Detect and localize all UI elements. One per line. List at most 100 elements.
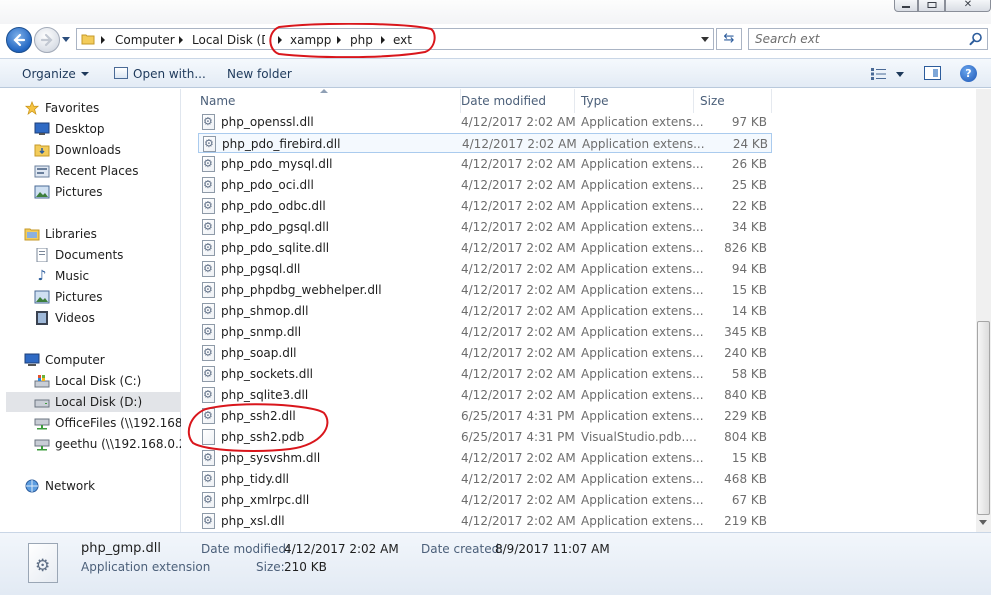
- dll-file-icon: [202, 364, 215, 384]
- dll-file-icon: [202, 112, 215, 132]
- organize-menu[interactable]: Organize: [22, 66, 89, 82]
- sidebar-item-label: Videos: [55, 311, 95, 325]
- breadcrumb-separator-icon[interactable]: [278, 36, 282, 44]
- scrollbar-thumb[interactable]: [977, 321, 990, 515]
- close-button[interactable]: ✕: [945, 0, 991, 12]
- address-history-dropdown[interactable]: [701, 37, 709, 42]
- open-with-button[interactable]: Open with...: [133, 66, 206, 82]
- sidebar-item-label: Recent Places: [55, 164, 139, 178]
- file-date-modified: 4/12/2017 2:02 AM: [461, 451, 576, 465]
- music-icon: ♪: [37, 268, 47, 284]
- column-header-type[interactable]: Type: [575, 89, 694, 113]
- file-date-modified: 4/12/2017 2:02 AM: [462, 137, 577, 151]
- search-icon[interactable]: [969, 32, 983, 46]
- table-row[interactable]: php_shmop.dll 4/12/2017 2:02 AM Applicatio…: [198, 301, 772, 321]
- dll-file-icon: [28, 543, 58, 583]
- table-row[interactable]: php_pdo_odbc.dll 4/12/2017 2:02 AM Applica…: [198, 196, 772, 216]
- sidebar-item-geethu[interactable]: geethu (\\192.168.0.200: [34, 434, 181, 454]
- table-row[interactable]: php_pdo_firebird.dll 4/12/2017 2:02 AM App…: [198, 133, 772, 154]
- back-button[interactable]: [6, 27, 32, 53]
- sidebar-item-label: Desktop: [55, 122, 105, 136]
- file-name: php_xmlrpc.dll: [221, 493, 310, 507]
- breadcrumb-separator-icon[interactable]: [381, 36, 385, 44]
- maximize-icon: [927, 2, 936, 8]
- search-input[interactable]: [755, 31, 955, 47]
- file-size: 34 KB: [731, 220, 767, 234]
- computer-header[interactable]: Computer: [24, 350, 174, 370]
- view-options-dropdown[interactable]: [896, 72, 904, 77]
- table-row[interactable]: php_xmlrpc.dll 4/12/2017 2:02 AM Applicati…: [198, 490, 772, 510]
- sidebar-item-music[interactable]: ♪ Music: [34, 266, 181, 286]
- table-row[interactable]: php_xsl.dll 4/12/2017 2:02 AM Application …: [198, 511, 772, 531]
- search-box[interactable]: [748, 28, 988, 50]
- help-icon[interactable]: ?: [960, 65, 977, 82]
- sidebar-item-pictures-lib[interactable]: Pictures: [34, 287, 181, 307]
- table-row[interactable]: php_openssl.dll 4/12/2017 2:02 AM Applicat…: [198, 112, 772, 132]
- file-type: Application extens...: [581, 325, 704, 339]
- breadcrumb-local-disk-d[interactable]: Local Disk (D:): [192, 32, 265, 48]
- dll-file-icon: [202, 490, 215, 510]
- sidebar-item-pictures-fav[interactable]: Pictures: [34, 182, 181, 202]
- network-header[interactable]: Network: [24, 476, 174, 496]
- table-row[interactable]: php_sockets.dll 4/12/2017 2:02 AM Applicat…: [198, 364, 772, 384]
- table-row[interactable]: php_phpdbg_webhelper.dll 4/12/2017 2:02 A…: [198, 280, 772, 300]
- maximize-button[interactable]: [918, 0, 945, 12]
- breadcrumb-ext[interactable]: ext: [393, 32, 412, 48]
- sidebar-item-recent-places[interactable]: Recent Places: [34, 161, 181, 181]
- breadcrumb-php[interactable]: php: [350, 32, 373, 48]
- file-size: 94 KB: [731, 262, 767, 276]
- table-row[interactable]: php_pdo_pgsql.dll 4/12/2017 2:02 AM Applic…: [198, 217, 772, 237]
- file-name: php_xsl.dll: [221, 514, 285, 528]
- file-date-modified: 6/25/2017 4:31 PM: [461, 409, 575, 423]
- refresh-button[interactable]: ⇆: [716, 28, 742, 50]
- column-header-size[interactable]: Size: [694, 89, 772, 113]
- sidebar-item-label: Local Disk (D:): [55, 395, 143, 409]
- libraries-header[interactable]: Libraries: [24, 224, 174, 244]
- sidebar-item-downloads[interactable]: Downloads: [34, 140, 181, 160]
- breadcrumb-computer[interactable]: Computer: [115, 32, 175, 48]
- preview-pane-icon[interactable]: [924, 66, 941, 80]
- address-row: Computer Local Disk (D:) xampp php ext ⇆: [0, 24, 991, 55]
- sidebar-item-officefiles[interactable]: OfficeFiles (\\192.168.0.2: [34, 413, 181, 433]
- sidebar-item-documents[interactable]: Documents: [34, 245, 181, 265]
- change-view-icon[interactable]: [871, 68, 887, 80]
- network-label: Network: [45, 479, 96, 493]
- vertical-scrollbar[interactable]: [976, 89, 991, 532]
- favorites-header[interactable]: Favorites: [24, 98, 174, 118]
- column-header-date-modified[interactable]: Date modified: [455, 89, 575, 113]
- table-row[interactable]: php_pdo_oci.dll 4/12/2017 2:02 AM Applicat…: [198, 175, 772, 195]
- sidebar-item-label: Pictures: [55, 290, 103, 304]
- forward-button[interactable]: [34, 27, 60, 53]
- breadcrumb-separator-icon[interactable]: [101, 36, 105, 44]
- recent-pages-dropdown[interactable]: [62, 37, 70, 42]
- address-bar[interactable]: Computer Local Disk (D:) xampp php ext: [76, 28, 714, 50]
- file-type: Application extens...: [581, 409, 704, 423]
- file-size: 97 KB: [731, 115, 767, 129]
- table-row[interactable]: php_sysvshm.dll 4/12/2017 2:02 AM Applicat…: [198, 448, 772, 468]
- table-row[interactable]: php_sqlite3.dll 4/12/2017 2:02 AM Applicat…: [198, 385, 772, 405]
- table-row[interactable]: php_tidy.dll 4/12/2017 2:02 AM Application…: [198, 469, 772, 489]
- table-row[interactable]: php_pdo_sqlite.dll 4/12/2017 2:02 AM Appli…: [198, 238, 772, 258]
- sidebar-item-local-disk-c[interactable]: Local Disk (C:): [34, 371, 181, 391]
- table-row[interactable]: php_snmp.dll 4/12/2017 2:02 AM Application…: [198, 322, 772, 342]
- column-header-name[interactable]: Name: [194, 89, 461, 113]
- file-date-modified: 6/25/2017 4:31 PM: [461, 430, 575, 444]
- network-drive-icon: [34, 439, 50, 451]
- size-label: Size:: [256, 560, 285, 574]
- table-row[interactable]: php_soap.dll 4/12/2017 2:02 AM Application…: [198, 343, 772, 363]
- new-folder-button[interactable]: New folder: [227, 66, 292, 82]
- table-row[interactable]: php_pgsql.dll 4/12/2017 2:02 AM Applicatio…: [198, 259, 772, 279]
- breadcrumb-separator-icon[interactable]: [337, 36, 341, 44]
- sidebar-item-videos[interactable]: Videos: [34, 308, 181, 328]
- table-row[interactable]: php_pdo_mysql.dll 4/12/2017 2:02 AM Applic…: [198, 154, 772, 174]
- table-row[interactable]: php_ssh2.dll 6/25/2017 4:31 PM Application…: [198, 406, 772, 426]
- table-row[interactable]: php_ssh2.pdb 6/25/2017 4:31 PM VisualStudi…: [198, 427, 772, 447]
- sidebar-item-local-disk-d[interactable]: Local Disk (D:): [6, 392, 181, 412]
- sidebar-item-desktop[interactable]: Desktop: [34, 119, 181, 139]
- breadcrumb-separator-icon[interactable]: [179, 36, 183, 44]
- breadcrumb-xampp[interactable]: xampp: [290, 32, 331, 48]
- forward-arrow-icon: [40, 33, 53, 47]
- scroll-down-arrow-icon[interactable]: [979, 520, 987, 525]
- minimize-button[interactable]: [894, 0, 918, 12]
- file-date-modified: 4/12/2017 2:02 AM: [461, 472, 576, 486]
